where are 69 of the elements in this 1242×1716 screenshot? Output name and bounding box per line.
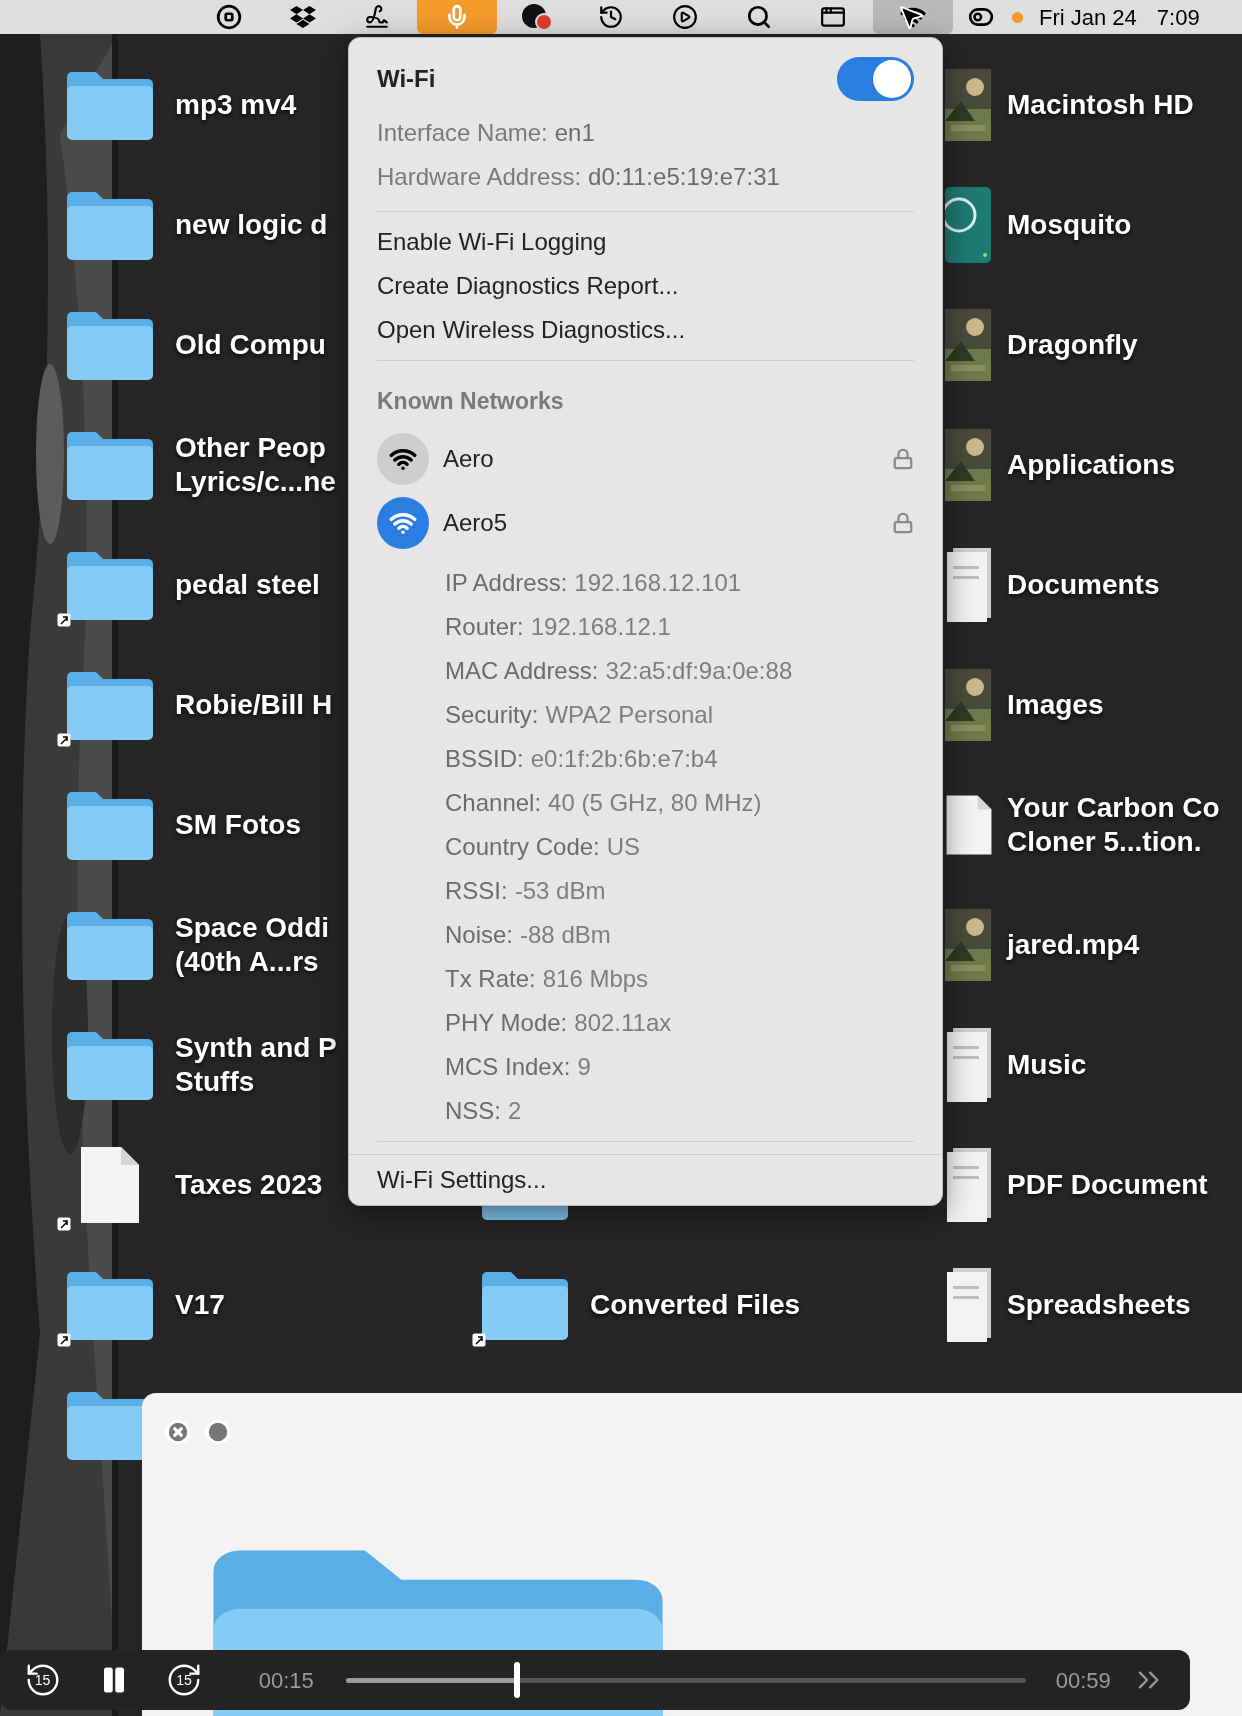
- item-label[interactable]: new logic d: [175, 208, 328, 242]
- detail-label: Channel:: [445, 788, 542, 818]
- detail-value: 802.11ax: [574, 1008, 672, 1038]
- item-label[interactable]: Other Peop Lyrics/c...ne: [175, 431, 336, 499]
- item-label[interactable]: Your Carbon Co Cloner 5...tion.: [1007, 791, 1220, 859]
- detail-value: e0:1f:2b:6b:e7:b4: [530, 744, 718, 774]
- detail-label: MAC Address:: [445, 656, 599, 686]
- item-label[interactable]: Dragonfly: [1007, 328, 1138, 362]
- detail-label: Tx Rate:: [445, 964, 536, 994]
- info-label: Interface Name:: [377, 118, 548, 148]
- detail-value: -53 dBm: [514, 876, 606, 906]
- menu-bar-date[interactable]: Fri Jan 24: [1039, 0, 1137, 34]
- item-label[interactable]: Space Oddi (40th A...rs: [175, 911, 330, 979]
- network-item[interactable]: Aero: [377, 427, 914, 491]
- elapsed-time: 00:15: [258, 1666, 314, 1695]
- menu-item[interactable]: Open Wireless Diagnostics...: [363, 308, 928, 352]
- menu-item[interactable]: Wi-Fi Settings...: [363, 1158, 928, 1202]
- item-label[interactable]: Documents: [1007, 568, 1160, 602]
- menu-item[interactable]: Enable Wi-Fi Logging: [363, 220, 928, 264]
- detail-label: PHY Mode:: [445, 1008, 568, 1038]
- detail-value: 32:a5:df:9a:0e:88: [605, 656, 793, 686]
- item-label[interactable]: SM Fotos: [175, 808, 301, 842]
- menu-title: Wi-Fi: [377, 64, 436, 94]
- skip-forward-button[interactable]: 15: [165, 1661, 203, 1699]
- detail-value: 2: [508, 1096, 522, 1126]
- detail-value: US: [606, 832, 641, 862]
- detail-value: 9: [577, 1052, 591, 1082]
- item-label[interactable]: jared.mp4: [1007, 928, 1140, 962]
- info-label: Hardware Address:: [377, 162, 582, 192]
- section-heading: Known Networks: [377, 388, 564, 414]
- detail-label: MCS Index:: [445, 1052, 571, 1082]
- network-name: Aero5: [443, 508, 509, 538]
- item-label[interactable]: Synth and P Stuffs: [175, 1031, 337, 1099]
- menu-bar-time[interactable]: 7:09: [1156, 0, 1200, 34]
- item-label[interactable]: Robie/Bill H: [175, 688, 333, 722]
- item-label[interactable]: pedal steel: [175, 568, 320, 602]
- detail-value: 40 (5 GHz, 80 MHz): [548, 788, 762, 818]
- item-label[interactable]: Mosquito: [1007, 208, 1132, 242]
- skip-back-button[interactable]: 15: [24, 1661, 62, 1699]
- detail-label: Router:: [445, 612, 524, 642]
- item-label[interactable]: Taxes 2023: [175, 1168, 323, 1202]
- total-time: 00:59: [1055, 1666, 1111, 1695]
- detail-label: BSSID:: [445, 744, 524, 774]
- item-label[interactable]: Images: [1007, 688, 1104, 722]
- item-label[interactable]: Macintosh HD: [1007, 88, 1194, 122]
- item-label[interactable]: Music: [1007, 1048, 1087, 1082]
- detail-label: NSS:: [445, 1096, 501, 1126]
- detail-label: Noise:: [445, 920, 514, 950]
- detail-label: IP Address:: [445, 568, 568, 598]
- detail-value: -88 dBm: [520, 920, 611, 950]
- detail-value: 192.168.12.101: [574, 568, 742, 598]
- item-label[interactable]: Spreadsheets: [1007, 1288, 1191, 1322]
- network-item[interactable]: Aero5: [377, 491, 914, 555]
- item-label[interactable]: Applications: [1007, 448, 1175, 482]
- detail-value: 192.168.12.1: [530, 612, 671, 642]
- menu-item[interactable]: Create Diagnostics Report...: [363, 264, 928, 308]
- detail-value: WPA2 Personal: [545, 700, 713, 730]
- detail-label: Security:: [445, 700, 539, 730]
- info-value: en1: [554, 118, 595, 148]
- detail-label: Country Code:: [445, 832, 600, 862]
- network-name: Aero: [443, 444, 495, 474]
- detail-label: RSSI:: [445, 876, 508, 906]
- detail-value: 816 Mbps: [542, 964, 649, 994]
- item-label[interactable]: Old Compu: [175, 328, 326, 362]
- item-label[interactable]: PDF Document: [1007, 1168, 1208, 1202]
- item-label[interactable]: Converted Files: [590, 1288, 801, 1322]
- info-value: d0:11:e5:19:e7:31: [588, 162, 780, 192]
- item-label[interactable]: V17: [175, 1288, 225, 1322]
- item-label[interactable]: mp3 mv4: [175, 88, 297, 122]
